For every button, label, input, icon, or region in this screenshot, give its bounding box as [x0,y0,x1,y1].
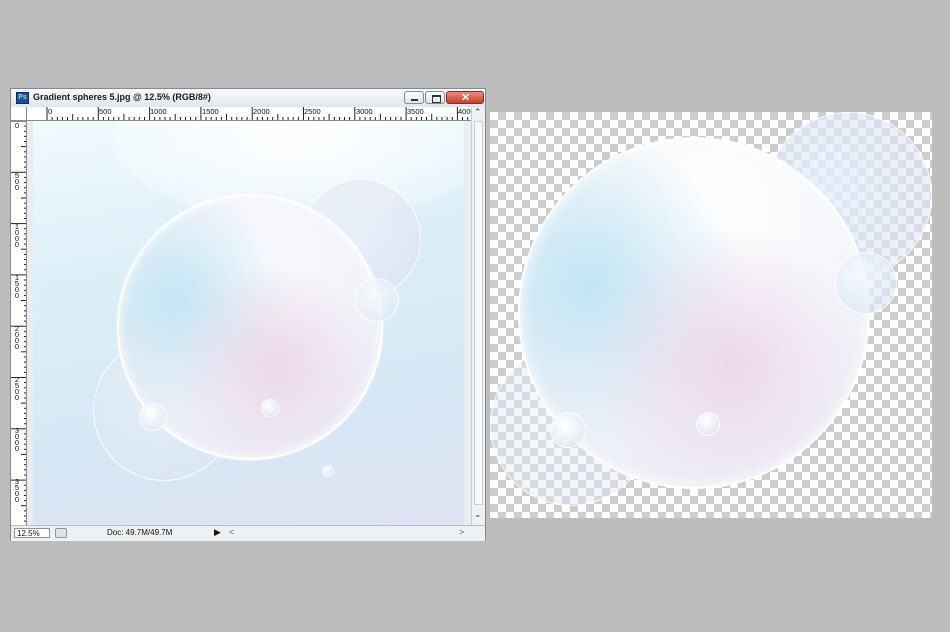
sphere-tiny [322,465,334,477]
horizontal-ruler[interactable]: 0 500 1000 1500 2000 2500 3000 3500 4000 [27,107,471,121]
ruler-label: 2500 [304,107,321,116]
ruler-label: 1500 [202,107,219,116]
scroll-left-icon[interactable]: < [229,527,234,537]
maximize-button[interactable] [425,91,445,104]
ruler-origin[interactable] [11,107,27,121]
sphere-tiny [139,403,167,431]
close-icon: ✕ [461,92,471,104]
status-menu-arrow-icon[interactable]: ▶ [214,527,221,538]
vertical-ruler[interactable]: 0 500 1000 1500 2000 2500 3000 3500 [11,121,27,525]
sphere-tiny [696,412,720,436]
ruler-label: 2000 [253,107,270,116]
ruler-label: 2500 [14,375,20,402]
doc-size-info[interactable]: Doc: 49.7M/49.7M [107,528,172,537]
ruler-label: 1500 [14,273,20,300]
photoshop-logo-icon: Ps [16,92,29,104]
sphere-small [355,278,399,322]
ruler-label: 1000 [14,222,20,249]
ruler-label: 3000 [356,107,373,116]
ruler-label: 500 [14,171,20,192]
document-window: Ps Gradient spheres 5.jpg @ 12.5% (RGB/8… [10,88,486,541]
sphere-small [835,252,897,314]
minimize-button[interactable] [404,91,424,104]
sphere-tiny [261,399,279,417]
zoom-level-input[interactable]: 12.5% [14,528,50,538]
status-indicator-icon[interactable] [55,528,67,538]
document-titlebar[interactable]: Ps Gradient spheres 5.jpg @ 12.5% (RGB/8… [11,89,485,108]
status-bar: 12.5% Doc: 49.7M/49.7M ▶ < > [11,525,485,541]
ruler-label: 3500 [14,477,20,504]
scroll-down-icon[interactable]: ⌄ [474,509,482,520]
ruler-label: 4000 [458,107,471,116]
horizontal-ruler-ticks [46,107,469,120]
minimize-icon [411,99,418,101]
close-button[interactable]: ✕ [446,91,484,104]
ruler-label: 2000 [14,324,20,351]
ruler-label: 0 [14,121,20,130]
document-title: Gradient spheres 5.jpg @ 12.5% (RGB/8#) [33,92,211,102]
ruler-label: 500 [99,107,112,116]
scroll-up-icon[interactable]: ⌃ [474,107,482,118]
ruler-label: 3500 [407,107,424,116]
transparent-layer-preview [490,112,932,518]
ruler-label: 1000 [150,107,167,116]
maximize-icon [432,95,441,103]
scroll-right-icon[interactable]: > [459,527,464,537]
ruler-label: 3000 [14,426,20,453]
scrollbar-thumb[interactable] [474,121,483,505]
vertical-scrollbar[interactable]: ⌃ ⌄ [471,107,485,525]
sphere-tiny [550,412,586,448]
document-canvas[interactable] [33,121,464,527]
ruler-label: 0 [48,107,53,116]
